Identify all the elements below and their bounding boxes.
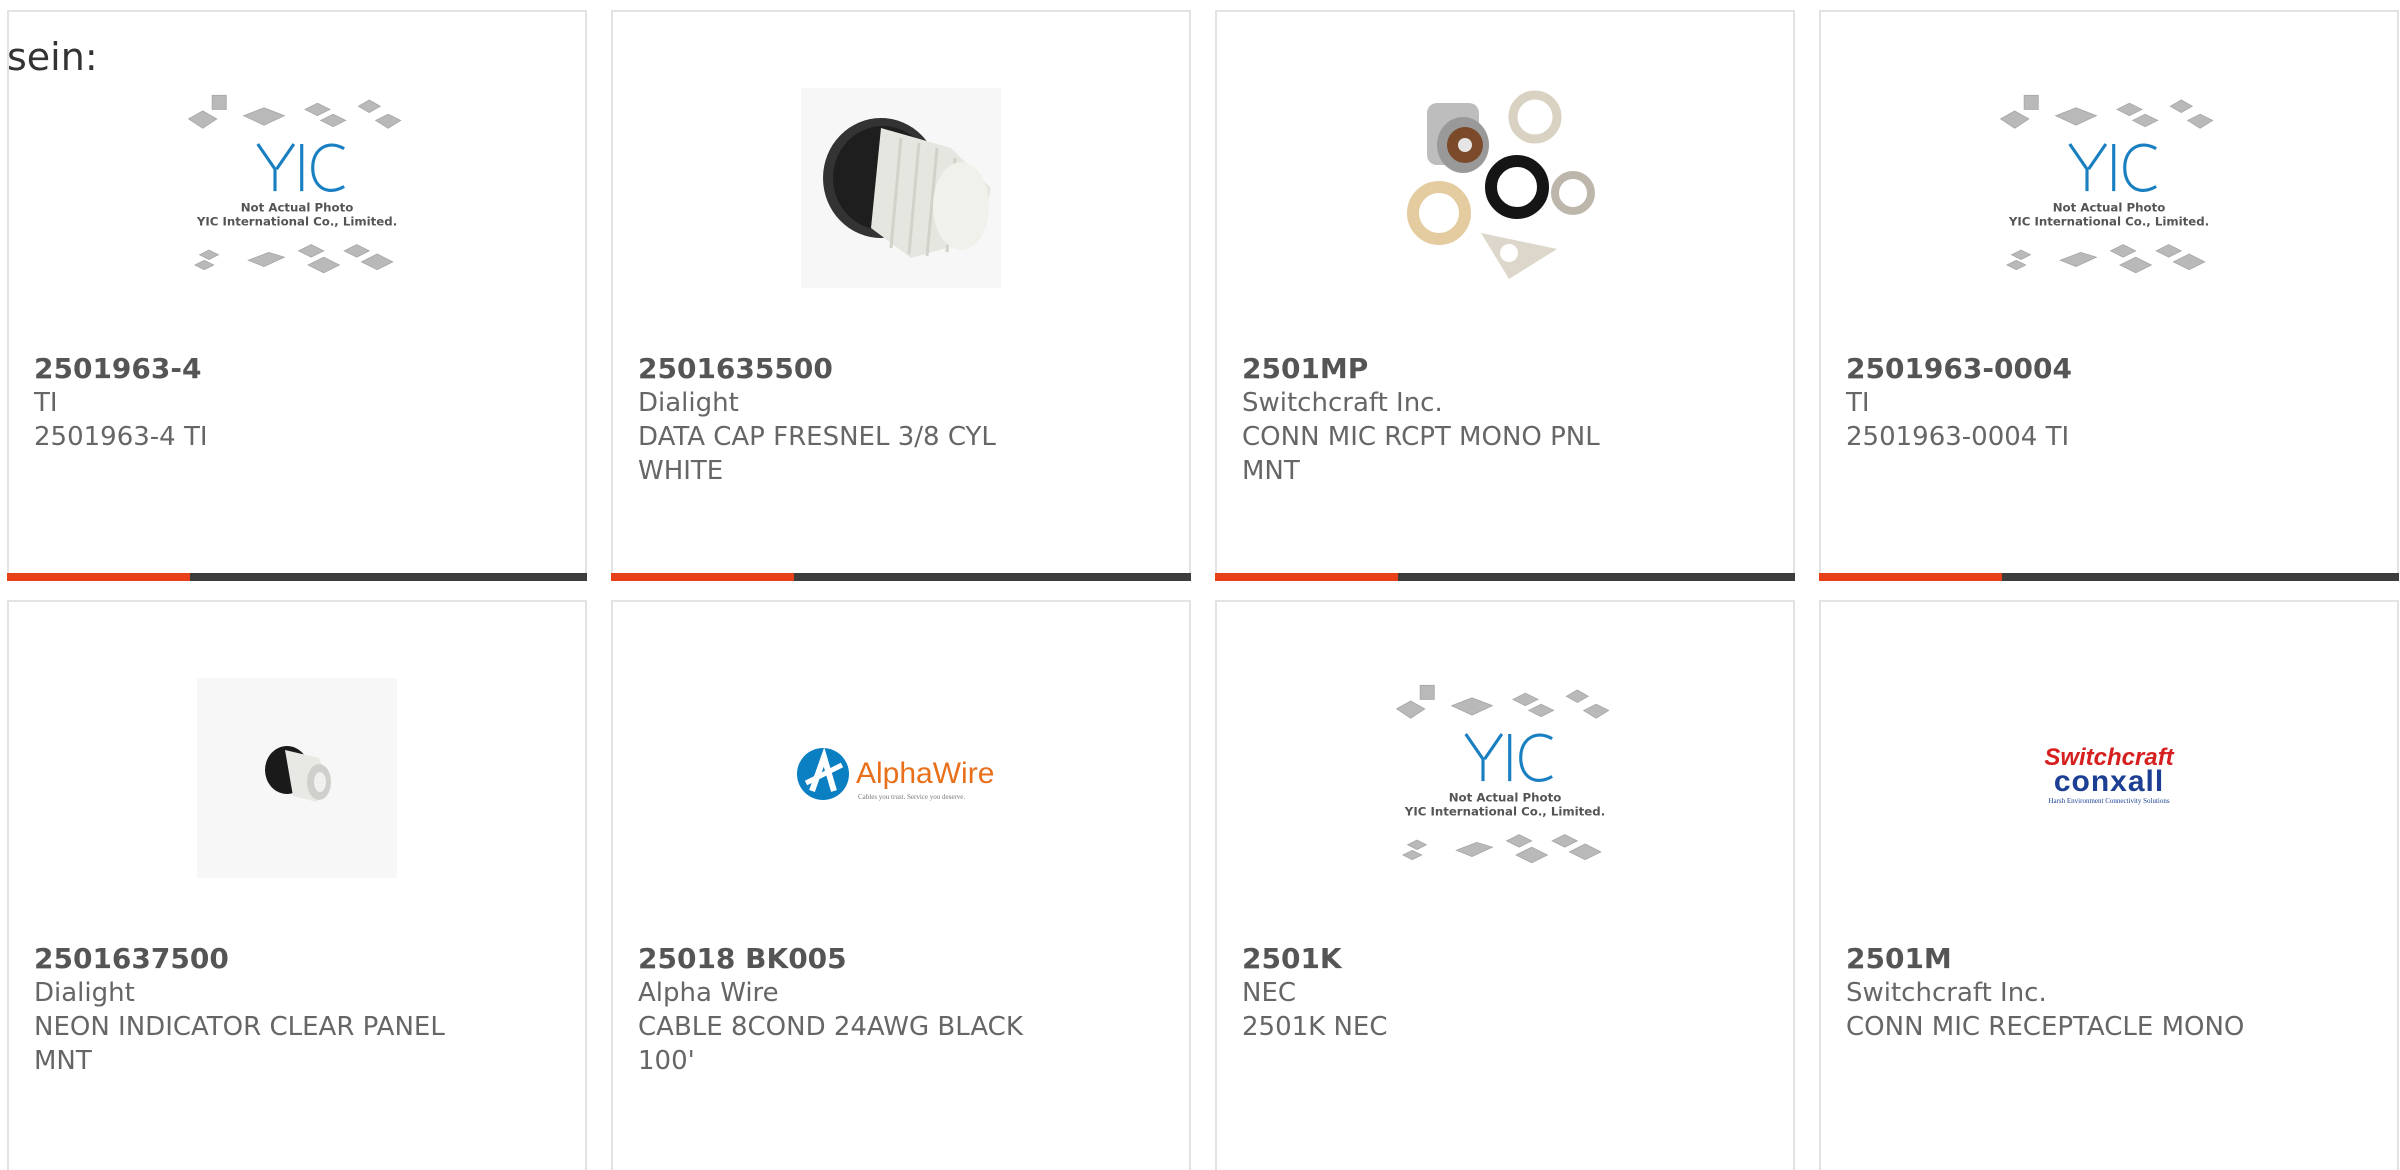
card-accent-bar [7,573,587,581]
product-card[interactable]: 2501635500 Dialight DATA CAP FRESNEL 3/8… [611,10,1191,581]
watermark-line-1: Not Actual Photo [2053,201,2166,215]
card-accent-bar [1819,573,2399,581]
switchcraft-tagline: Harsh Environment Connectivity Solutions [2048,797,2169,805]
page-lead-text: sein: [7,35,98,79]
product-description: 2501K NEC [1242,1012,1388,1042]
part-number[interactable]: 2501M [1846,942,2346,976]
manufacturer: Dialight [34,978,135,1008]
watermark-line-1: Not Actual Photo [1449,791,1562,805]
watermark-line-2: YIC International Co., Limited. [196,215,397,229]
alphawire-wordmark: AlphaWire [856,757,994,790]
product-description: DATA CAP FRESNEL 3/8 CYL WHITE [638,422,996,486]
fresnel-cap-photo [801,88,1001,288]
manufacturer: Dialight [638,388,739,418]
product-image[interactable]: Not Actual Photo YIC International Co., … [187,78,407,298]
part-number[interactable]: 2501MP [1242,352,1742,386]
conxall-wordmark: conxall [2054,765,2164,798]
product-description: CABLE 8COND 24AWG BLACK 100' [638,1012,1023,1076]
watermark-line-2: YIC International Co., Limited. [1404,805,1605,819]
product-image[interactable]: AlphaWire Cables you trust. Service you … [791,668,1011,888]
manufacturer: Switchcraft Inc. [1242,388,1443,418]
product-card[interactable]: Not Actual Photo YIC International Co., … [1819,10,2399,581]
part-number[interactable]: 2501K [1242,942,1742,976]
product-card[interactable]: 2501637500 Dialight NEON INDICATOR CLEAR… [7,600,587,1170]
product-image[interactable]: Not Actual Photo YIC International Co., … [1395,668,1615,888]
product-description: 2501963-0004 TI [1846,422,2070,452]
manufacturer: NEC [1242,978,1297,1008]
part-number[interactable]: 2501635500 [638,352,1138,386]
product-card[interactable]: 2501MP Switchcraft Inc. CONN MIC RCPT MO… [1215,10,1795,581]
alphawire-tagline: Cables you trust. Service you deserve. [858,793,965,801]
product-image[interactable] [791,78,1011,298]
manufacturer: TI [1846,388,1870,418]
watermark-line-2: YIC International Co., Limited. [2008,215,2209,229]
product-image[interactable] [1395,78,1615,298]
manufacturer: TI [34,388,58,418]
watermark-line-1: Not Actual Photo [241,201,354,215]
part-number[interactable]: 2501637500 [34,942,534,976]
part-number[interactable]: 25018 BK005 [638,942,1138,976]
product-image[interactable] [187,668,407,888]
manufacturer: Alpha Wire [638,978,779,1008]
part-number[interactable]: 2501963-4 [34,352,534,386]
product-description: CONN MIC RECEPTACLE MONO [1846,1012,2245,1042]
switchcraft-conxall-logo: Switchcraft conxall Harsh Environment Co… [2044,744,2174,805]
product-description: CONN MIC RCPT MONO PNL MNT [1242,422,1600,486]
mic-connector-kit-photo [1407,90,1595,279]
product-image[interactable]: Not Actual Photo YIC International Co., … [1999,78,2219,298]
product-description: 2501963-4 TI [34,422,208,452]
neon-indicator-photo [197,678,397,878]
product-card[interactable]: Not Actual Photo YIC International Co., … [1215,600,1795,1170]
alphawire-logo: AlphaWire Cables you trust. Service you … [797,747,994,801]
product-description: NEON INDICATOR CLEAR PANEL MNT [34,1012,445,1076]
card-accent-bar [1215,573,1795,581]
card-accent-bar [611,573,1191,581]
yic-placeholder-image: Not Actual Photo YIC International Co., … [1395,684,1610,864]
yic-placeholder-image: Not Actual Photo YIC International Co., … [1999,94,2214,274]
product-image[interactable]: Switchcraft conxall Harsh Environment Co… [1999,668,2219,888]
product-card[interactable]: AlphaWire Cables you trust. Service you … [611,600,1191,1170]
product-card[interactable]: Not Actual Photo YIC International Co., … [7,10,587,581]
part-number[interactable]: 2501963-0004 [1846,352,2346,386]
product-card[interactable]: Switchcraft conxall Harsh Environment Co… [1819,600,2399,1170]
manufacturer: Switchcraft Inc. [1846,978,2047,1008]
yic-placeholder-image: Not Actual Photo YIC International Co., … [187,94,402,274]
